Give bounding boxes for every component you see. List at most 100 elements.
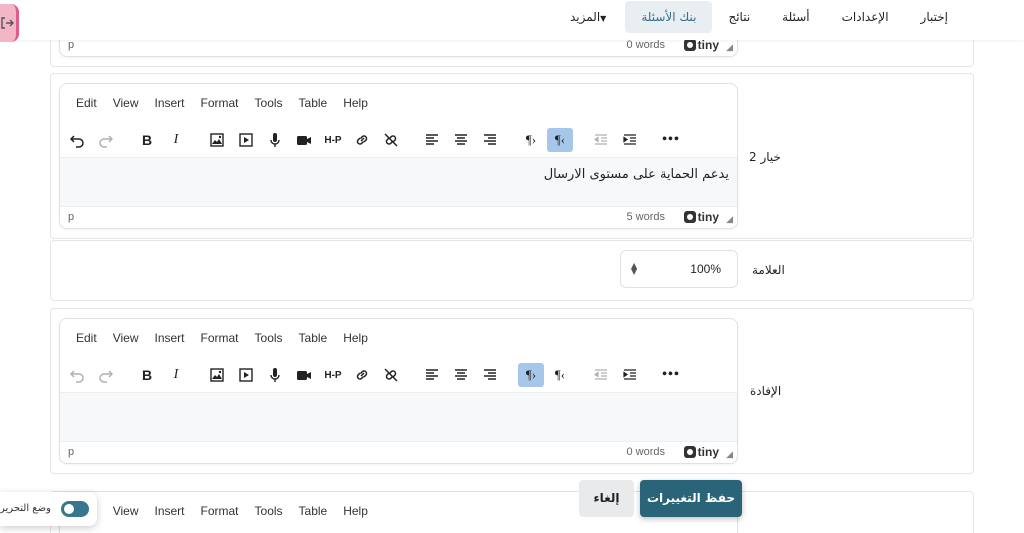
menu-edit[interactable]: Edit — [68, 331, 105, 345]
edit-mode-label: وضع التحرير — [0, 503, 51, 514]
media-button[interactable] — [233, 128, 259, 152]
menu-help[interactable]: Help — [335, 504, 376, 518]
bold-button[interactable]: B — [134, 363, 160, 387]
cancel-button[interactable]: إلغاء — [579, 480, 634, 517]
tiny-logo[interactable]: tiny — [683, 210, 719, 224]
menu-format[interactable]: Format — [193, 331, 247, 345]
image-button[interactable] — [204, 128, 230, 152]
unlink-button[interactable] — [378, 363, 404, 387]
record-video-button[interactable] — [291, 128, 317, 152]
menu-format[interactable]: Format — [193, 504, 247, 518]
tab-quiz[interactable]: إختبار — [905, 1, 964, 33]
redo-button[interactable] — [93, 363, 119, 387]
exit-button[interactable] — [0, 4, 19, 42]
link-button[interactable] — [349, 363, 375, 387]
record-audio-button[interactable] — [262, 128, 288, 152]
menu-insert[interactable]: Insert — [146, 96, 192, 110]
nav-tabs: إختبار الإعدادات أسئلة نتائج بنك الأسئلة… — [554, 0, 964, 34]
edit-mode-switch[interactable] — [61, 501, 89, 517]
bold-button[interactable]: B — [134, 128, 160, 152]
menu-help[interactable]: Help — [335, 331, 376, 345]
word-count[interactable]: 0 words — [626, 39, 665, 51]
h5p-button[interactable]: H-P — [320, 363, 346, 387]
image-button[interactable] — [204, 363, 230, 387]
grade-input[interactable]: 100% ▲ ▼ — [620, 250, 738, 288]
menu-table[interactable]: Table — [291, 504, 336, 518]
element-path[interactable]: p — [68, 39, 74, 51]
tab-results[interactable]: نتائج — [712, 1, 766, 33]
align-left-button[interactable] — [419, 128, 445, 152]
link-button[interactable] — [349, 128, 375, 152]
align-left-icon — [426, 369, 438, 380]
menu-tools[interactable]: Tools — [247, 96, 291, 110]
menu-insert[interactable]: Insert — [146, 331, 192, 345]
tiny-logo[interactable]: tiny — [683, 445, 719, 459]
outdent-button[interactable] — [588, 363, 614, 387]
undo-button[interactable] — [64, 128, 90, 152]
indent-button[interactable] — [617, 128, 643, 152]
ltr-button[interactable]: ¶› — [518, 128, 544, 152]
microphone-icon — [270, 368, 280, 382]
h5p-icon: H-P — [324, 369, 342, 381]
tab-settings[interactable]: الإعدادات — [826, 1, 905, 33]
indent-button[interactable] — [617, 363, 643, 387]
menu-table[interactable]: Table — [291, 96, 336, 110]
resize-handle-icon[interactable]: ◢ — [726, 450, 733, 460]
editor-content[interactable]: يدعم الحماية على مستوى الارسال — [60, 157, 737, 207]
more-button[interactable]: ••• — [658, 128, 684, 152]
h5p-button[interactable]: H-P — [320, 128, 346, 152]
editor-content[interactable] — [60, 392, 737, 442]
menu-insert[interactable]: Insert — [146, 504, 192, 518]
grade-value[interactable]: 100% — [690, 262, 721, 276]
more-button[interactable]: ••• — [658, 363, 684, 387]
align-left-button[interactable] — [419, 363, 445, 387]
menu-format[interactable]: Format — [193, 96, 247, 110]
italic-icon: I — [173, 367, 179, 382]
spinner-icon[interactable]: ▲ ▼ — [631, 262, 637, 276]
tiny-logo[interactable]: tiny — [683, 38, 719, 52]
menu-view[interactable]: View — [105, 331, 147, 345]
word-count[interactable]: 0 words — [626, 446, 665, 458]
rtl-icon: ¶‹ — [554, 132, 566, 147]
outdent-button[interactable] — [588, 128, 614, 152]
record-video-button[interactable] — [291, 363, 317, 387]
option-2-text[interactable]: يدعم الحماية على مستوى الارسال — [544, 167, 729, 182]
resize-handle-icon[interactable]: ◢ — [726, 215, 733, 225]
ltr-button[interactable]: ¶› — [518, 363, 544, 387]
italic-button[interactable]: I — [163, 128, 189, 152]
option-2-editor[interactable]: Edit View Insert Format Tools Table Help… — [59, 83, 738, 229]
tab-questions[interactable]: أسئلة — [766, 1, 825, 33]
save-changes-button[interactable]: حفظ التغييرات — [640, 480, 742, 517]
align-center-icon — [455, 369, 467, 380]
element-path[interactable]: p — [68, 211, 74, 223]
record-audio-button[interactable] — [262, 363, 288, 387]
tab-more[interactable]: المزيد▼ — [554, 1, 625, 33]
menu-help[interactable]: Help — [335, 96, 376, 110]
tiny-brand: tiny — [697, 445, 719, 459]
menu-view[interactable]: View — [105, 96, 147, 110]
h5p-icon: H-P — [324, 134, 342, 146]
align-center-button[interactable] — [448, 363, 474, 387]
media-button[interactable] — [233, 363, 259, 387]
redo-button[interactable] — [93, 128, 119, 152]
word-count[interactable]: 5 words — [626, 211, 665, 223]
rtl-button[interactable]: ¶‹ — [547, 363, 573, 387]
menu-view[interactable]: View — [105, 504, 147, 518]
feedback-editor[interactable]: Edit View Insert Format Tools Table Help… — [59, 318, 738, 464]
italic-button[interactable]: I — [163, 363, 189, 387]
align-right-button[interactable] — [477, 363, 503, 387]
resize-handle-icon[interactable]: ◢ — [726, 43, 733, 53]
menu-edit[interactable]: Edit — [68, 96, 105, 110]
menu-tools[interactable]: Tools — [247, 504, 291, 518]
tab-question-bank[interactable]: بنك الأسئلة — [625, 1, 713, 33]
edit-mode-toggle[interactable]: وضع التحرير — [0, 492, 97, 526]
undo-button[interactable] — [64, 363, 90, 387]
menu-tools[interactable]: Tools — [247, 331, 291, 345]
menu-table[interactable]: Table — [291, 331, 336, 345]
element-path[interactable]: p — [68, 446, 74, 458]
rtl-button[interactable]: ¶‹ — [547, 128, 573, 152]
next-editor[interactable]: Edit View Insert Format Tools Table Help — [59, 491, 738, 533]
unlink-button[interactable] — [378, 128, 404, 152]
align-center-button[interactable] — [448, 128, 474, 152]
align-right-button[interactable] — [477, 128, 503, 152]
